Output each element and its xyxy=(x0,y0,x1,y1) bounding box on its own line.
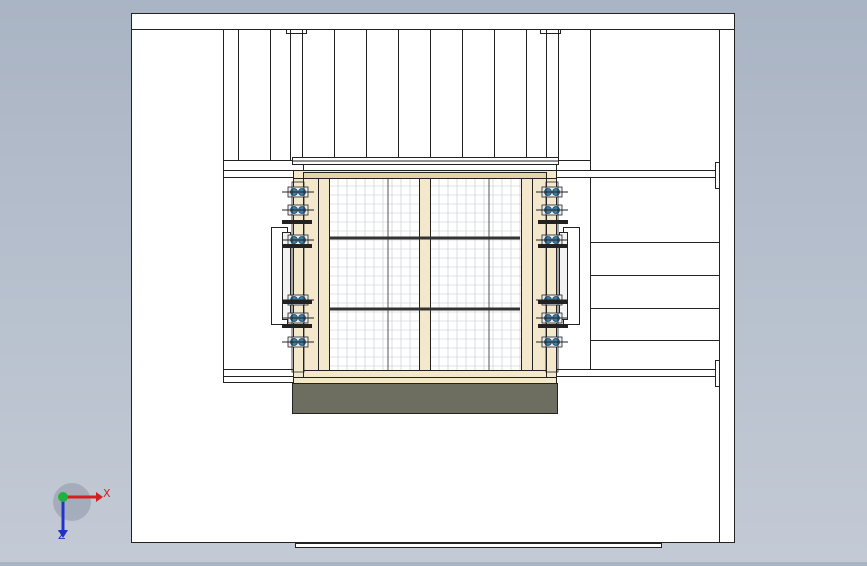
triad-origin xyxy=(58,492,68,502)
clamp-bar xyxy=(282,324,312,328)
base-block xyxy=(292,383,558,414)
clamp-bar xyxy=(282,300,312,304)
cad-viewport[interactable]: X Z xyxy=(0,0,867,562)
clamp-bar xyxy=(538,324,568,328)
triad-z-label: Z xyxy=(58,529,66,542)
bottom-rail xyxy=(295,543,662,548)
clamp-bar xyxy=(282,244,312,248)
machine-drawing[interactable] xyxy=(0,0,867,562)
clamp-bar xyxy=(282,220,312,224)
frame-bottom-rail xyxy=(303,370,547,378)
frame-right-post xyxy=(521,178,533,371)
clamp-bar xyxy=(538,300,568,304)
frame-center-post xyxy=(419,178,431,371)
frame-left-post xyxy=(318,178,330,371)
frame-top-rail xyxy=(303,172,547,179)
clamp-bar xyxy=(538,220,568,224)
triad-x-label: X xyxy=(103,487,111,500)
wooden-frame xyxy=(293,170,557,384)
triad-x-arrow xyxy=(96,492,103,502)
clamp-bar xyxy=(538,244,568,248)
triad-sphere xyxy=(53,483,91,521)
